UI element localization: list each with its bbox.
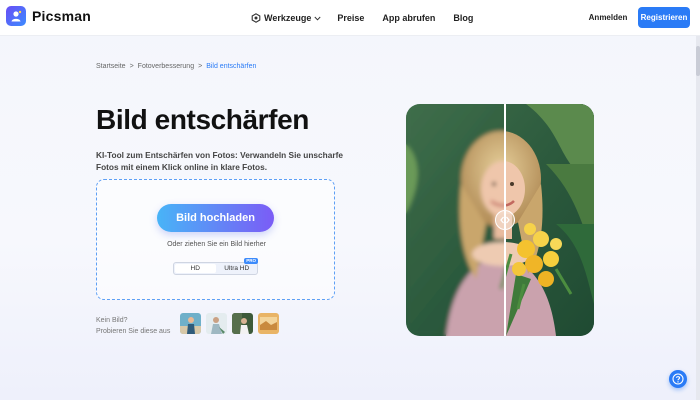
page-title: Bild entschärfen [96, 104, 309, 135]
page-scrollbar[interactable] [696, 36, 700, 400]
compare-arrows-icon[interactable] [495, 210, 515, 230]
sample-image-4[interactable] [258, 313, 279, 334]
sample-image-3[interactable] [232, 313, 253, 334]
quality-label-ultra-hd: Ultra HD [224, 265, 250, 272]
site-header: Picsman Werkzeuge Preise App abrufen Blo… [0, 0, 700, 36]
upload-button[interactable]: Bild hochladen [157, 204, 274, 232]
tools-icon [251, 13, 261, 23]
breadcrumb: Startseite > Fotoverbesserung > Bild ent… [96, 63, 256, 70]
nav-item-blog[interactable]: Blog [453, 13, 473, 23]
sample-image-2[interactable] [206, 313, 227, 334]
quality-option-ultra-hd[interactable]: Ultra HD PRO [217, 258, 258, 274]
nav-item-get-app[interactable]: App abrufen [382, 13, 435, 23]
breadcrumb-separator: > [129, 63, 134, 70]
quality-label-hd: HD [190, 265, 200, 272]
logo[interactable]: Picsman [6, 6, 91, 26]
breadcrumb-photo-enhance[interactable]: Fotoverbesserung [138, 63, 194, 70]
nav-label-tools: Werkzeuge [264, 13, 312, 23]
drop-hint: Oder ziehen Sie ein Bild hierher [167, 241, 266, 248]
sample-prompt-line1: Kein Bild? [96, 317, 128, 324]
chevron-down-icon [314, 16, 321, 21]
sample-prompt-line2: Probieren Sie diese aus [96, 328, 171, 335]
pro-badge: PRO [244, 258, 258, 264]
brand-name: Picsman [32, 8, 91, 24]
login-button[interactable]: Anmelden [584, 7, 632, 28]
sample-image-1[interactable] [180, 313, 201, 334]
quality-toggle: HD Ultra HD PRO [173, 258, 258, 275]
main-nav: Werkzeuge Preise App abrufen Blog [251, 0, 491, 36]
nav-item-pricing[interactable]: Preise [337, 13, 364, 23]
breadcrumb-separator: > [198, 63, 203, 70]
nav-item-tools[interactable]: Werkzeuge [251, 13, 321, 23]
register-button[interactable]: Registrieren [638, 7, 690, 28]
page-subtitle: KI-Tool zum Entschärfen von Fotos: Verwa… [96, 150, 343, 172]
breadcrumb-current: Bild entschärfen [206, 63, 257, 70]
breadcrumb-home[interactable]: Startseite [96, 63, 126, 70]
before-after-image [406, 104, 594, 336]
quality-option-hd[interactable]: HD [175, 264, 216, 273]
help-icon[interactable] [669, 370, 687, 388]
scrollbar-thumb[interactable] [696, 46, 700, 76]
logo-icon [6, 6, 26, 26]
sample-prompt: Kein Bild? Probieren Sie diese aus [96, 315, 170, 337]
sample-images [180, 313, 279, 334]
upload-dropzone[interactable]: Bild hochladen Oder ziehen Sie ein Bild … [96, 179, 335, 300]
